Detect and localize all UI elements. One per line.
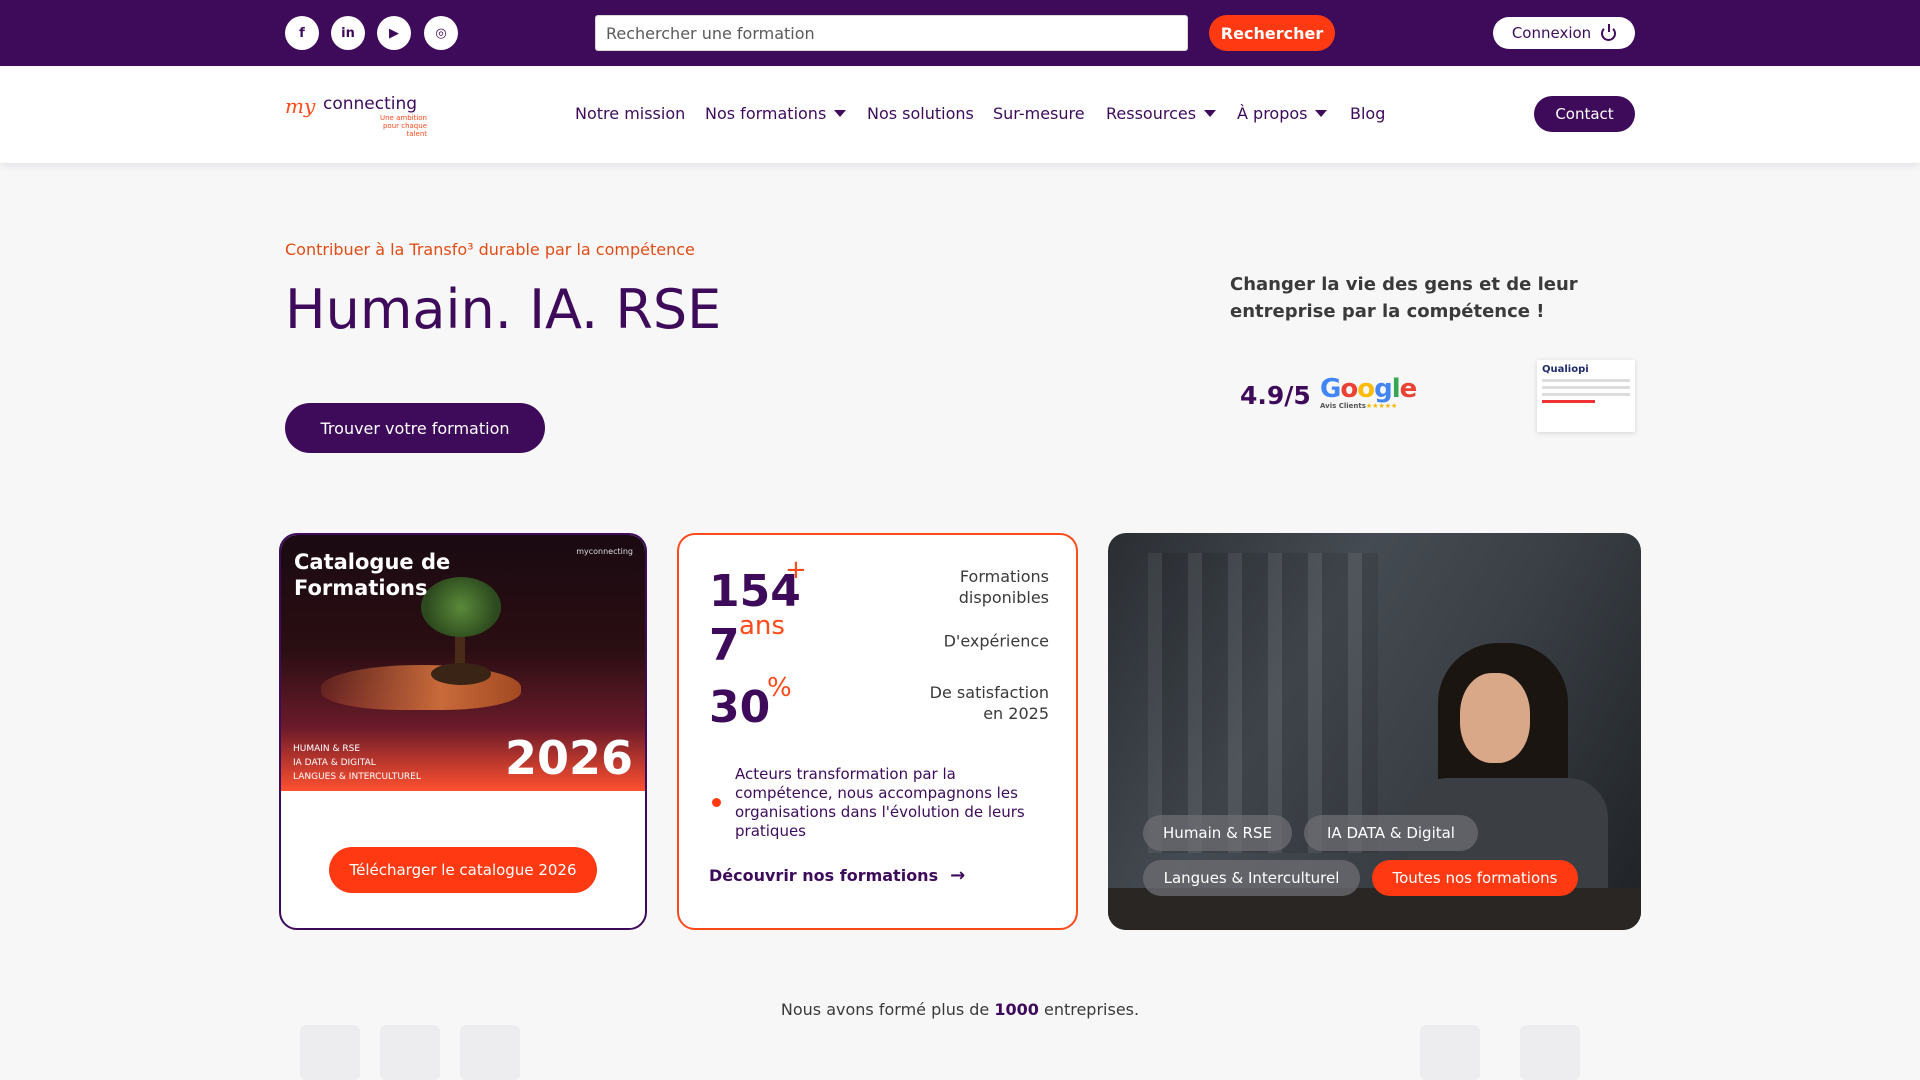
trust-statement: Nous avons formé plus de 1000 entreprise… xyxy=(0,1000,1920,1019)
stat-number: 7 xyxy=(709,620,740,671)
person-photo xyxy=(1460,673,1530,763)
category-pill-langues[interactable]: Langues & Interculturel xyxy=(1143,860,1360,896)
google-sub-label: Avis Clients xyxy=(1320,402,1366,410)
nav-label: Sur-mesure xyxy=(993,104,1085,123)
logo[interactable]: my connecting Une ambition pour chaque t… xyxy=(285,92,427,138)
logo-my: my xyxy=(285,94,316,118)
stat-formations: 154 + Formations disponibles xyxy=(709,555,1049,617)
nav-item-sur-mesure[interactable]: Sur-mesure xyxy=(993,104,1085,123)
stat-satisfaction: 30 % De satisfaction en 2025 xyxy=(709,673,1049,733)
main-nav: my connecting Une ambition pour chaque t… xyxy=(0,66,1920,163)
divider xyxy=(1542,379,1630,382)
stat-label: Formations disponibles xyxy=(958,567,1049,607)
category-pill-all[interactable]: Toutes nos formations xyxy=(1372,860,1578,896)
hand-illustration xyxy=(321,665,521,710)
qualiopi-label: Qualiopi xyxy=(1542,364,1589,375)
qualiopi-certificate: Qualiopi xyxy=(1537,360,1635,432)
catalog-title: Catalogue de Formations xyxy=(294,550,451,600)
rating-score: 4.9/5 xyxy=(1240,381,1311,410)
stats-card: 154 + Formations disponibles 7 ans D'exp… xyxy=(677,533,1078,930)
google-sub: Avis Clients★★★★★ xyxy=(1320,402,1410,410)
nav-item-a-propos[interactable]: À propos xyxy=(1237,104,1328,123)
category-pill-humain-rse[interactable]: Humain & RSE xyxy=(1143,815,1292,851)
nav-item-ressources[interactable]: Ressources xyxy=(1106,104,1217,123)
hero-tagline: Changer la vie des gens et de leur entre… xyxy=(1230,274,1578,322)
discover-label: Découvrir nos formations xyxy=(709,866,939,885)
discover-formations-link[interactable]: Découvrir nos formations → xyxy=(709,865,965,886)
client-logo xyxy=(1420,1025,1480,1080)
caret-down-icon xyxy=(1204,110,1217,117)
nav-label: Ressources xyxy=(1106,104,1197,123)
linkedin-icon[interactable]: in xyxy=(331,16,365,50)
divider xyxy=(1542,400,1595,403)
trust-prefix: Nous avons formé plus de xyxy=(780,1000,990,1019)
catalog-topic: LANGUES & INTERCULTUREL xyxy=(293,772,421,782)
catalog-topic: IA DATA & DIGITAL xyxy=(293,758,376,768)
stat-label: De satisfaction en 2025 xyxy=(929,683,1049,723)
nav-label: À propos xyxy=(1237,104,1308,123)
facebook-icon[interactable]: f xyxy=(285,16,319,50)
window-background xyxy=(1148,553,1378,853)
trust-suffix: entreprises. xyxy=(1043,1000,1140,1019)
hero-title: Humain. IA. RSE xyxy=(285,278,722,341)
soil-illustration xyxy=(431,663,491,685)
login-button[interactable]: Connexion xyxy=(1493,17,1635,49)
nav-label: Nos formations xyxy=(705,104,827,123)
stat-label: D'expérience xyxy=(943,631,1049,651)
stats-description: Acteurs transformation par la compétence… xyxy=(735,765,1025,840)
stat-number: 30 xyxy=(709,682,771,733)
google-logo: Google xyxy=(1320,374,1417,404)
category-pill-ia-data[interactable]: IA DATA & Digital xyxy=(1304,815,1478,851)
categories-photo-card: Humain & RSE IA DATA & Digital Langues &… xyxy=(1108,533,1641,930)
nav-label: Nos solutions xyxy=(867,104,974,123)
catalog-year: 2026 xyxy=(504,731,633,785)
stat-suffix: ans xyxy=(739,611,785,641)
logo-tagline: Une ambition pour chaque talent xyxy=(380,114,427,138)
client-logo xyxy=(300,1025,360,1080)
divider xyxy=(1542,386,1630,389)
instagram-icon[interactable]: ◎ xyxy=(424,16,458,50)
nav-item-solutions[interactable]: Nos solutions xyxy=(867,104,974,123)
stars-icon: ★★★★★ xyxy=(1365,402,1398,410)
trust-count: 1000 xyxy=(994,1000,1039,1019)
stat-experience: 7 ans D'expérience xyxy=(709,611,1049,671)
client-logo xyxy=(460,1025,520,1080)
download-catalog-button[interactable]: Télécharger le catalogue 2026 xyxy=(329,847,597,893)
caret-down-icon xyxy=(834,110,847,117)
catalog-card: Catalogue de Formations myconnecting HUM… xyxy=(279,533,647,930)
stat-suffix: % xyxy=(767,673,792,703)
google-reviews-badge[interactable]: Google Avis Clients★★★★★ xyxy=(1320,374,1417,410)
logo-connecting: connecting xyxy=(323,94,418,114)
login-label: Connexion xyxy=(1511,24,1592,42)
contact-button[interactable]: Contact xyxy=(1534,96,1635,132)
divider xyxy=(1542,393,1630,396)
nav-label: Blog xyxy=(1350,104,1386,123)
nav-item-blog[interactable]: Blog xyxy=(1350,104,1385,123)
bullet-dot-icon xyxy=(712,798,721,807)
power-icon xyxy=(1601,23,1617,41)
youtube-icon[interactable]: ▶ xyxy=(377,16,411,50)
arrow-right-icon: → xyxy=(950,865,966,886)
catalog-logo: myconnecting xyxy=(576,547,633,556)
find-formation-button[interactable]: Trouver votre formation xyxy=(285,403,545,453)
catalog-topics: HUMAIN & RSE IA DATA & DIGITAL LANGUES &… xyxy=(293,742,421,784)
top-bar: f in ▶ ◎ Rechercher Connexion xyxy=(0,0,1920,66)
caret-down-icon xyxy=(1315,110,1328,117)
nav-item-mission[interactable]: Notre mission xyxy=(575,104,685,123)
client-logo xyxy=(380,1025,440,1080)
catalog-cover: Catalogue de Formations myconnecting HUM… xyxy=(281,535,645,791)
hero-eyebrow: Contribuer à la Transfo³ durable par la … xyxy=(285,240,695,259)
nav-item-formations[interactable]: Nos formations xyxy=(705,104,847,123)
search-button[interactable]: Rechercher xyxy=(1209,15,1335,51)
stat-suffix: + xyxy=(785,555,807,585)
catalog-topic: HUMAIN & RSE xyxy=(293,744,361,754)
client-logo xyxy=(1520,1025,1580,1080)
nav-label: Notre mission xyxy=(575,104,686,123)
search-input[interactable] xyxy=(595,15,1188,51)
